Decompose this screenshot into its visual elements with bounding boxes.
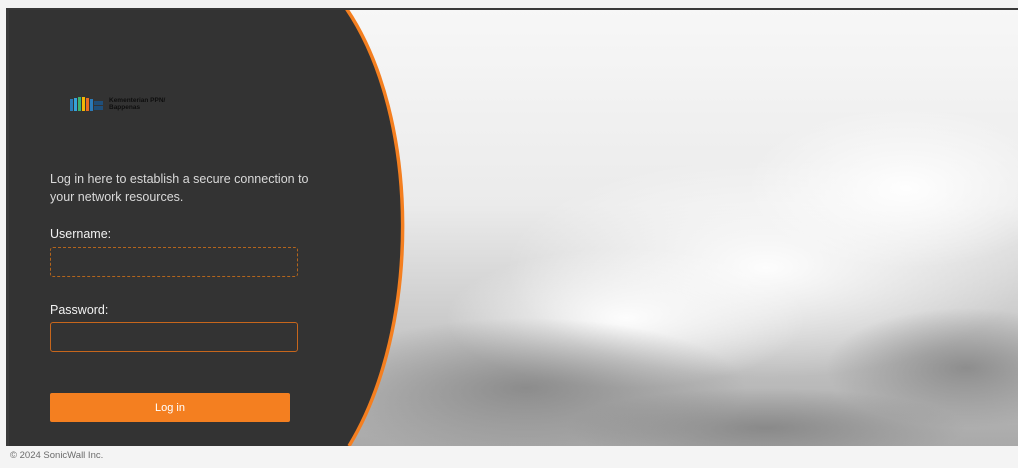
- copyright-text: © 2024 SonicWall Inc.: [10, 450, 104, 461]
- login-panel: Kementerian PPN/ Bappenas Log in here to…: [6, 8, 406, 446]
- password-label: Password:: [50, 303, 109, 317]
- logo-text: Kementerian PPN/ Bappenas: [109, 97, 166, 111]
- password-input[interactable]: [50, 322, 298, 352]
- username-label: Username:: [50, 227, 112, 241]
- username-input[interactable]: [50, 247, 298, 277]
- intro-text: Log in here to establish a secure connec…: [50, 172, 309, 204]
- bappenas-logo: Kementerian PPN/ Bappenas: [69, 96, 189, 112]
- bappenas-logo-icon: [70, 97, 103, 111]
- login-page: Kementerian PPN/ Bappenas Log in here to…: [6, 8, 1018, 446]
- window-top-border: [6, 8, 1018, 10]
- login-button[interactable]: Log in: [50, 393, 290, 422]
- window-left-border: [6, 8, 9, 446]
